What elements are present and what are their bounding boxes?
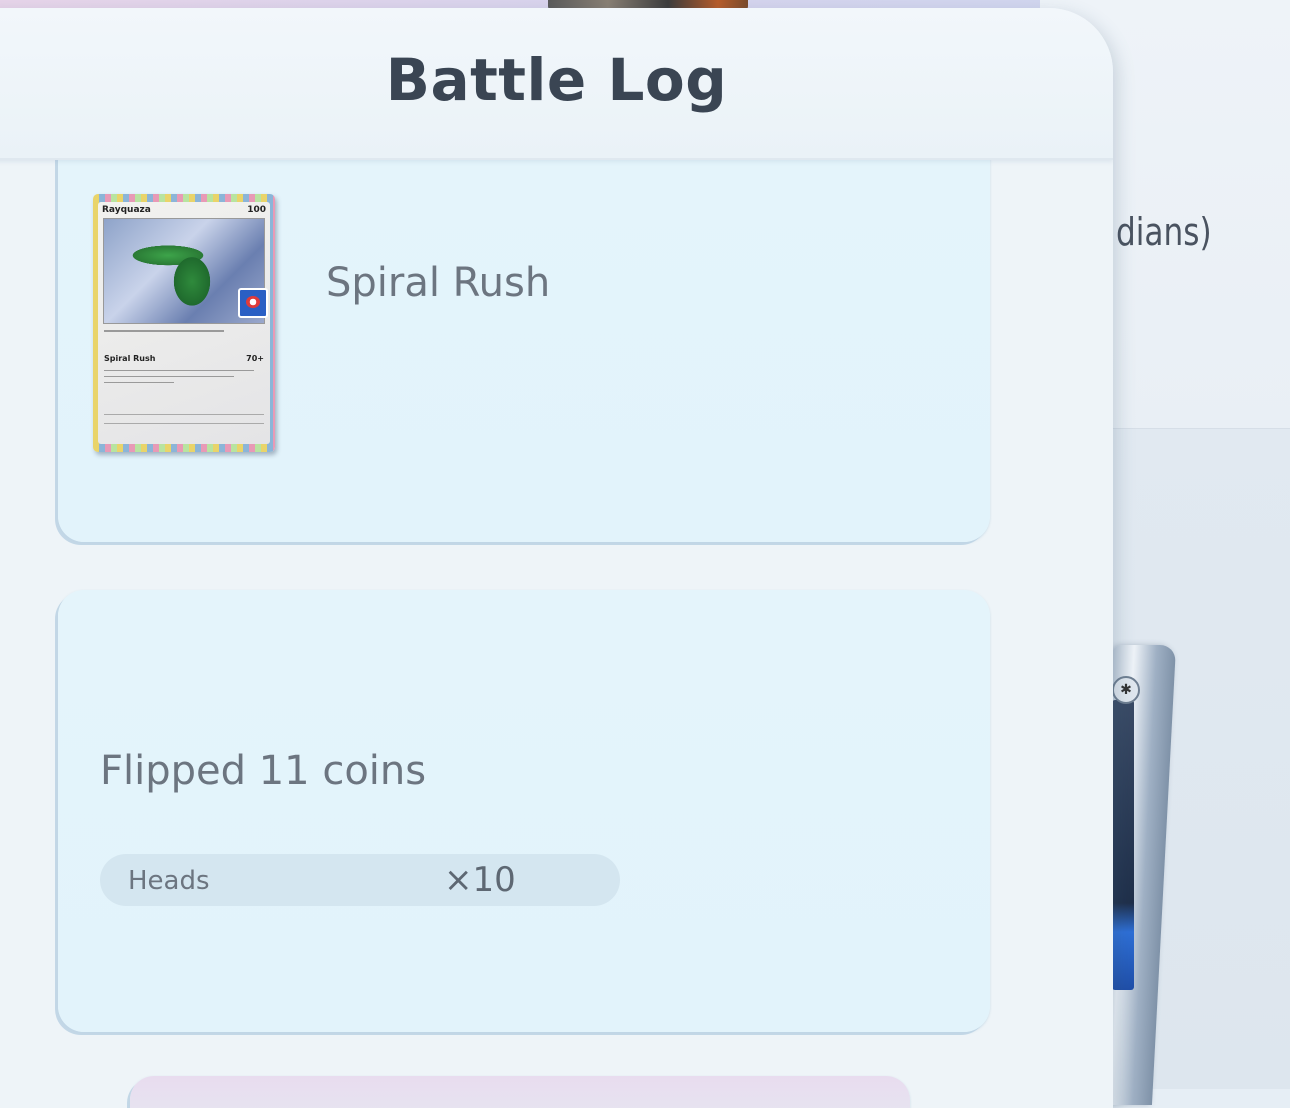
card-name-row: Rayquaza 100 [102, 204, 266, 216]
card-text-line [104, 382, 174, 383]
deck-badge-icon: ✱ [1112, 676, 1140, 704]
attack-name: Spiral Rush [326, 260, 551, 306]
card-attack-damage: 70+ [246, 354, 264, 363]
card-text-line [104, 376, 234, 377]
deck-card-back [1112, 700, 1134, 990]
card-text-line [104, 370, 254, 371]
coin-flip-summary: Flipped 11 coins [100, 748, 427, 794]
card-hp: 100 [247, 205, 266, 215]
pokeball-icon [238, 288, 268, 318]
card-attack-name: Spiral Rush [104, 354, 156, 363]
battle-log-list[interactable]: Rayquaza 100 Spiral Rush 70+ Spiral Rush… [0, 158, 1113, 1108]
coin-result-label: Heads [128, 866, 210, 896]
card-face: Rayquaza 100 Spiral Rush 70+ [98, 202, 270, 444]
card-name: Rayquaza [102, 205, 151, 215]
coin-result-count: ×10 [444, 860, 516, 900]
log-entry-next [130, 1076, 910, 1108]
page-title: Battle Log [385, 46, 728, 114]
card-footer [104, 414, 264, 424]
log-entry-attack: Rayquaza 100 Spiral Rush 70+ Spiral Rush [58, 158, 990, 542]
coin-result-pill: Heads ×10 [100, 854, 620, 906]
battle-log-panel: Battle Log Rayquaza 100 Spiral Rush 70+ [0, 8, 1113, 1108]
log-entry-coin-flip: Flipped 11 coins Heads ×10 [58, 590, 990, 1032]
card-thumbnail[interactable]: Rayquaza 100 Spiral Rush 70+ [93, 194, 275, 452]
battle-log-header: Battle Log [0, 8, 1113, 160]
background-partial-text: dians) [1116, 210, 1212, 254]
card-divider [104, 330, 224, 332]
card-attack-row: Spiral Rush 70+ [104, 354, 264, 363]
